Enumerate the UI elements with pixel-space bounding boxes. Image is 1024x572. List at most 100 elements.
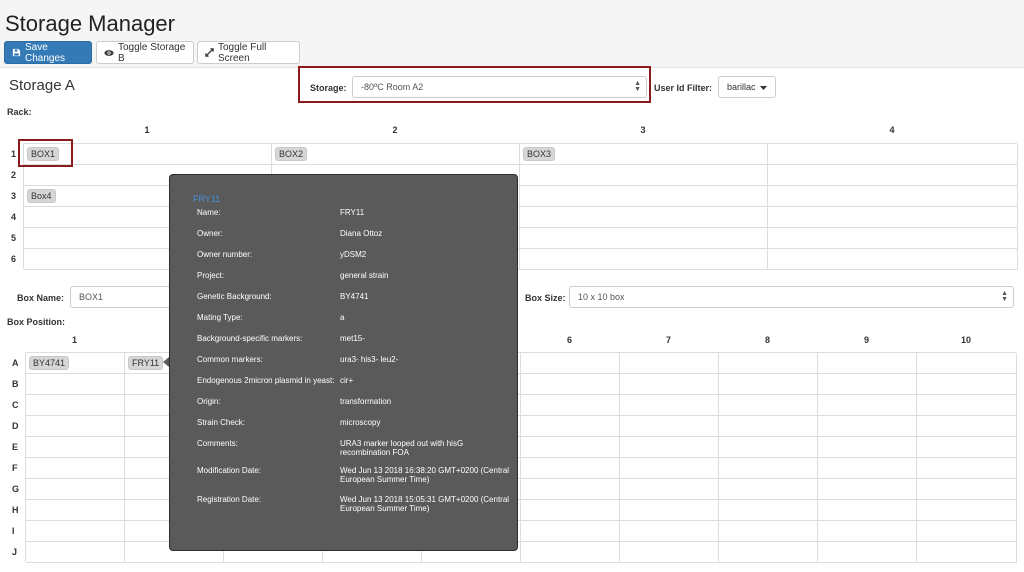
toggle-fullscreen-label: Toggle Full Screen: [218, 41, 267, 64]
box-position-slot[interactable]: [620, 542, 719, 563]
box-position-slot[interactable]: [620, 395, 719, 416]
box-position-slot[interactable]: [521, 395, 620, 416]
box-position-slot[interactable]: [818, 353, 917, 374]
box-position-slot[interactable]: [818, 500, 917, 521]
box-position-slot[interactable]: [917, 479, 1017, 500]
box-position-slot[interactable]: [719, 500, 818, 521]
box-column-header: 1: [71, 335, 77, 345]
box-row-header: G: [12, 484, 20, 494]
box-position-slot[interactable]: [26, 521, 125, 542]
box-position-slot[interactable]: [818, 374, 917, 395]
box-position-slot[interactable]: [818, 416, 917, 437]
box-position-slot[interactable]: [26, 479, 125, 500]
box-position-slot[interactable]: [917, 374, 1017, 395]
box-position-slot[interactable]: [818, 395, 917, 416]
box-position-slot[interactable]: [719, 395, 818, 416]
tooltip-field-key: Comments:: [197, 439, 238, 448]
box-position-slot[interactable]: [620, 416, 719, 437]
box-position-slot[interactable]: [620, 353, 719, 374]
box-position-slot[interactable]: [719, 458, 818, 479]
box-position-slot[interactable]: [26, 395, 125, 416]
box-position-slot[interactable]: [26, 416, 125, 437]
box-position-slot[interactable]: [917, 416, 1017, 437]
box-position-slot[interactable]: [521, 458, 620, 479]
box-position-slot[interactable]: [26, 437, 125, 458]
box-position-slot[interactable]: [719, 479, 818, 500]
box-size-select[interactable]: 10 x 10 box ▲ ▼: [569, 286, 1014, 308]
box-position-slot[interactable]: [620, 437, 719, 458]
box-position-slot[interactable]: [719, 416, 818, 437]
rack-slot[interactable]: [768, 207, 1018, 228]
box-row-header: J: [12, 547, 18, 557]
box-position-slot[interactable]: [917, 542, 1017, 563]
box-position-slot[interactable]: [917, 521, 1017, 542]
box-position-slot[interactable]: [620, 374, 719, 395]
box-position-slot[interactable]: [719, 374, 818, 395]
box-tag[interactable]: BOX2: [275, 147, 308, 161]
rack-slot[interactable]: [520, 249, 768, 270]
rack-row-header: 5: [11, 233, 17, 243]
rack-slot[interactable]: [520, 207, 768, 228]
rack-slot[interactable]: BOX3: [520, 144, 768, 165]
box-position-slot[interactable]: [620, 479, 719, 500]
box-position-slot[interactable]: [917, 437, 1017, 458]
save-button-label: Save Changes: [25, 41, 66, 64]
box-position-slot[interactable]: [917, 500, 1017, 521]
box-position-slot[interactable]: [521, 416, 620, 437]
strain-tag[interactable]: BY4741: [29, 356, 70, 370]
rack-slot[interactable]: [768, 165, 1018, 186]
rack-slot[interactable]: [520, 186, 768, 207]
save-icon: [12, 48, 21, 57]
box-position-slot[interactable]: [521, 542, 620, 563]
rack-slot[interactable]: BOX2: [272, 144, 520, 165]
box-position-slot[interactable]: [26, 500, 125, 521]
toggle-storage-button[interactable]: Toggle Storage B: [96, 41, 194, 64]
box-position-slot[interactable]: BY4741: [26, 353, 125, 374]
box-position-slot[interactable]: [818, 458, 917, 479]
box-row-header: D: [12, 421, 19, 431]
box-position-slot[interactable]: [521, 479, 620, 500]
box-tag[interactable]: Box4: [27, 189, 56, 203]
rack-slot[interactable]: [768, 228, 1018, 249]
box-position-slot[interactable]: [521, 521, 620, 542]
strain-tag[interactable]: FRY11: [128, 356, 164, 370]
box-position-slot[interactable]: [818, 542, 917, 563]
rack-slot[interactable]: [768, 144, 1018, 165]
box-position-slot[interactable]: [26, 458, 125, 479]
box-row-header: A: [12, 358, 19, 368]
tooltip-field-value: general strain: [340, 271, 389, 280]
tooltip-field-value: met15-: [340, 334, 365, 343]
box-position-slot[interactable]: [719, 521, 818, 542]
storage-highlight-annotation: [298, 66, 651, 103]
box-position-slot[interactable]: [620, 458, 719, 479]
box-position-slot[interactable]: [521, 353, 620, 374]
box-position-slot[interactable]: [719, 353, 818, 374]
box-position-slot[interactable]: [719, 542, 818, 563]
rack-slot[interactable]: [768, 186, 1018, 207]
box-position-slot[interactable]: [917, 458, 1017, 479]
box-position-slot[interactable]: [26, 374, 125, 395]
box-position-slot[interactable]: [620, 521, 719, 542]
save-button[interactable]: Save Changes: [4, 41, 92, 64]
box-position-slot[interactable]: [818, 437, 917, 458]
box-position-slot[interactable]: [26, 542, 125, 563]
box-position-slot[interactable]: [521, 437, 620, 458]
user-filter-dropdown[interactable]: barillac: [718, 76, 776, 98]
box-position-slot[interactable]: [521, 500, 620, 521]
rack-slot[interactable]: [520, 165, 768, 186]
rack-slot[interactable]: [520, 228, 768, 249]
box-position-slot[interactable]: [917, 353, 1017, 374]
box-position-slot[interactable]: [917, 395, 1017, 416]
rack-row-header: 2: [11, 170, 17, 180]
tooltip-field-key: Project:: [197, 271, 225, 280]
box-position-slot[interactable]: [620, 500, 719, 521]
box-position-slot[interactable]: [818, 479, 917, 500]
box-position-slot[interactable]: [521, 374, 620, 395]
box-position-slot[interactable]: [818, 521, 917, 542]
tooltip-field-value: Wed Jun 13 2018 16:38:20 GMT+0200 (Centr…: [340, 466, 510, 484]
box-position-slot[interactable]: [719, 437, 818, 458]
rack-slot[interactable]: [768, 249, 1018, 270]
toggle-fullscreen-button[interactable]: Toggle Full Screen: [197, 41, 300, 64]
box-tag[interactable]: BOX3: [523, 147, 556, 161]
tooltip-field-value: microscopy: [340, 418, 381, 427]
